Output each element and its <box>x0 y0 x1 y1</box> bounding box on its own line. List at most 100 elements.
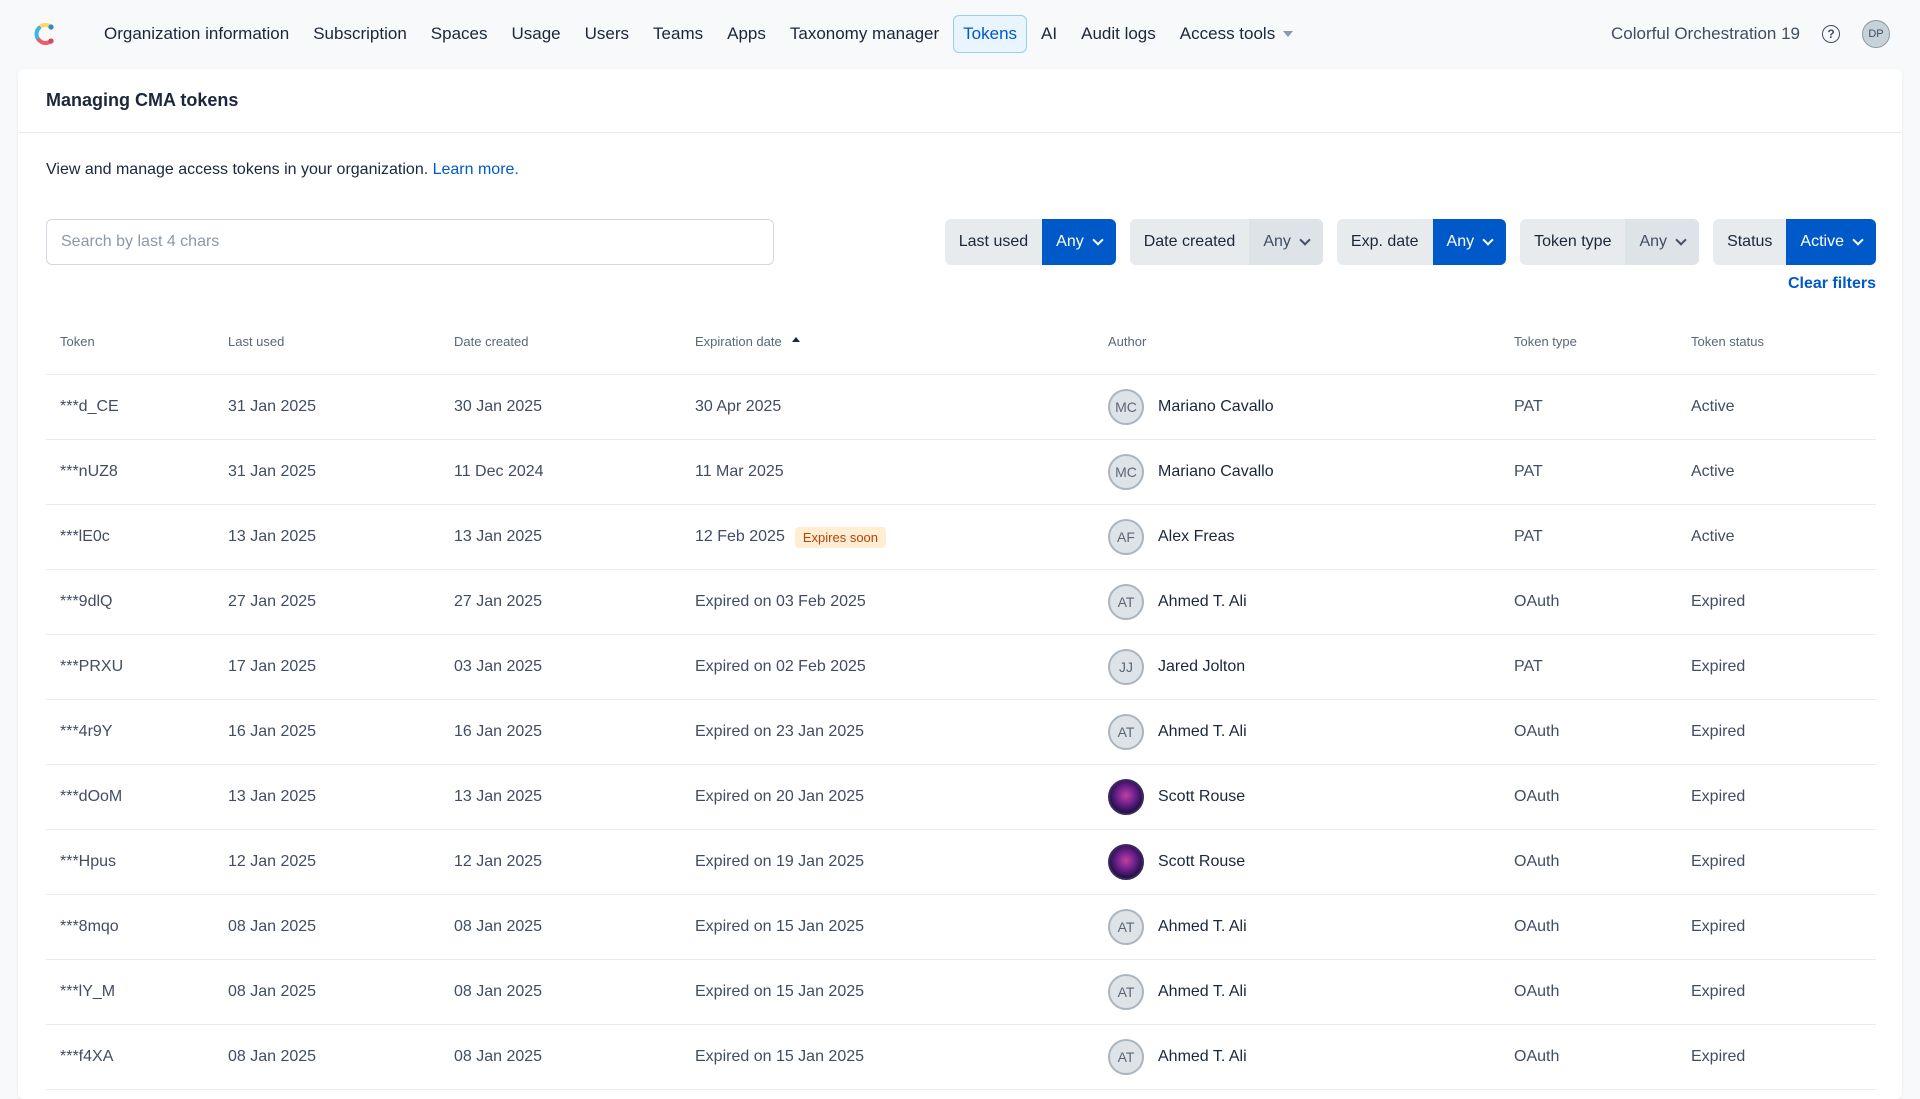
column-header-expiration-date[interactable]: Expiration date <box>681 334 1094 349</box>
token-type-cell: OAuth <box>1514 593 1560 610</box>
filter-dropdown[interactable]: Any <box>1042 219 1116 265</box>
token-status-cell: Expired <box>1691 788 1746 805</box>
author-cell: AF Alex Freas <box>1094 519 1500 555</box>
card-header: Managing CMA tokens <box>18 69 1902 133</box>
nav-item-label: Teams <box>653 24 704 43</box>
nav-item-organization-information[interactable]: Organization information <box>94 15 299 53</box>
author-cell: JJ Jared Jolton <box>1094 649 1500 685</box>
table-row[interactable]: ***d_CE 31 Jan 2025 30 Jan 2025 30 Apr 2… <box>46 375 1876 440</box>
author-name: Scott Rouse <box>1158 853 1246 870</box>
filter-label: Exp. date <box>1336 219 1433 265</box>
filter-status[interactable]: Status Active <box>1713 219 1876 265</box>
token-cell: ***lY_M <box>60 983 116 1000</box>
chevron-down-icon <box>1092 234 1104 246</box>
nav-item-label: Users <box>584 24 630 43</box>
nav-item-label: Organization information <box>104 24 290 43</box>
filter-token-type[interactable]: Token type Any <box>1520 219 1700 265</box>
expiration-text: Expired on 02 Feb 2025 <box>695 658 866 675</box>
author-avatar <box>1108 844 1144 880</box>
date-created-cell: 08 Jan 2025 <box>454 1048 543 1065</box>
nav-menu: Organization information Subscription Sp… <box>94 15 1303 53</box>
token-type-cell: PAT <box>1514 463 1543 480</box>
expiration-cell: Expired on 15 Jan 2025 <box>681 1048 1094 1066</box>
nav-item-subscription[interactable]: Subscription <box>303 15 417 53</box>
table-row[interactable]: ***dOoM 13 Jan 2025 13 Jan 2025 Expired … <box>46 765 1876 830</box>
token-cell: ***lE0c <box>60 528 110 545</box>
author-cell: MC Mariano Cavallo <box>1094 389 1500 425</box>
last-used-cell: 08 Jan 2025 <box>228 1048 317 1065</box>
table-row[interactable]: ***lE0c 13 Jan 2025 13 Jan 2025 12 Feb 2… <box>46 505 1876 570</box>
expiration-cell: Expired on 19 Jan 2025 <box>681 853 1094 871</box>
token-type-cell: OAuth <box>1514 918 1560 935</box>
expiration-cell: Expired on 15 Jan 2025 <box>681 918 1094 936</box>
token-type-cell: OAuth <box>1514 723 1560 740</box>
column-header-token[interactable]: Token <box>46 334 214 349</box>
token-status-cell: Expired <box>1691 1048 1746 1065</box>
author-name: Ahmed T. Ali <box>1158 593 1247 610</box>
token-type-cell: PAT <box>1514 528 1543 545</box>
table-row[interactable]: ***9dlQ 27 Jan 2025 27 Jan 2025 Expired … <box>46 570 1876 635</box>
nav-item-label: Spaces <box>430 24 488 43</box>
author-avatar: MC <box>1108 389 1144 425</box>
filter-dropdown[interactable]: Any <box>1625 219 1700 265</box>
top-navigation: Organization information Subscription Sp… <box>0 0 1920 68</box>
learn-more-link[interactable]: Learn more. <box>433 161 519 178</box>
column-header-last-used[interactable]: Last used <box>214 334 440 349</box>
nav-item-users[interactable]: Users <box>575 15 639 53</box>
chevron-down-icon <box>1299 234 1311 246</box>
column-header-date-created[interactable]: Date created <box>440 334 681 349</box>
nav-item-teams[interactable]: Teams <box>643 15 713 53</box>
table-row[interactable]: ***PRXU 17 Jan 2025 03 Jan 2025 Expired … <box>46 635 1876 700</box>
table-row[interactable]: ***nUZ8 31 Jan 2025 11 Dec 2024 11 Mar 2… <box>46 440 1876 505</box>
filter-label: Token type <box>1520 219 1626 265</box>
token-type-cell: OAuth <box>1514 853 1560 870</box>
column-header-token-type[interactable]: Token type <box>1500 334 1677 349</box>
nav-item-access-tools[interactable]: Access tools <box>1170 15 1303 53</box>
clear-filters-link[interactable]: Clear filters <box>1788 275 1876 293</box>
column-header-label: Expiration date <box>695 334 782 349</box>
column-header-token-status[interactable]: Token status <box>1677 334 1876 349</box>
table-row[interactable]: ***8mqo 08 Jan 2025 08 Jan 2025 Expired … <box>46 895 1876 960</box>
table-row[interactable]: ***Hpus 12 Jan 2025 12 Jan 2025 Expired … <box>46 830 1876 895</box>
filter-dropdown[interactable]: Active <box>1786 219 1876 265</box>
date-created-cell: 30 Jan 2025 <box>454 398 543 415</box>
nav-item-label: Usage <box>511 24 561 43</box>
page-title: Managing CMA tokens <box>46 90 239 110</box>
nav-item-ai[interactable]: AI <box>1031 15 1067 53</box>
date-created-cell: 11 Dec 2024 <box>454 463 544 480</box>
nav-item-apps[interactable]: Apps <box>717 15 776 53</box>
user-avatar[interactable]: DP <box>1862 20 1890 48</box>
author-cell: MC Mariano Cavallo <box>1094 454 1500 490</box>
date-created-cell: 08 Jan 2025 <box>454 918 543 935</box>
sort-ascending-icon[interactable] <box>791 337 800 342</box>
filter-dropdown[interactable]: Any <box>1249 219 1323 265</box>
expiration-text: Expired on 15 Jan 2025 <box>695 983 865 1000</box>
author-avatar: AT <box>1108 974 1144 1010</box>
date-created-cell: 13 Jan 2025 <box>454 788 543 805</box>
expiration-text: Expired on 03 Feb 2025 <box>695 593 866 610</box>
last-used-cell: 17 Jan 2025 <box>228 658 317 675</box>
expiration-cell: Expired on 20 Jan 2025 <box>681 788 1094 806</box>
nav-item-tokens[interactable]: Tokens <box>953 15 1028 53</box>
org-switcher[interactable]: Colorful Orchestration 19 <box>1611 24 1800 44</box>
filter-last-used[interactable]: Last used Any <box>944 219 1116 265</box>
search-input[interactable] <box>46 219 774 265</box>
token-cell: ***nUZ8 <box>60 463 118 480</box>
contentful-logo-icon[interactable] <box>30 20 58 48</box>
table-row[interactable]: ***lY_M 08 Jan 2025 08 Jan 2025 Expired … <box>46 960 1876 1025</box>
filter-date-created[interactable]: Date created Any <box>1129 219 1323 265</box>
help-icon[interactable]: ? <box>1822 25 1840 43</box>
token-type-cell: OAuth <box>1514 788 1560 805</box>
filter-dropdown[interactable]: Any <box>1432 219 1507 265</box>
nav-item-label: Access tools <box>1179 24 1276 43</box>
filter-exp-date[interactable]: Exp. date Any <box>1336 219 1507 265</box>
column-header-author[interactable]: Author <box>1094 334 1500 349</box>
filter-value: Active <box>1800 233 1844 250</box>
nav-item-usage[interactable]: Usage <box>501 15 570 53</box>
nav-item-taxonomy-manager[interactable]: Taxonomy manager <box>780 15 949 53</box>
table-row[interactable]: ***4r9Y 16 Jan 2025 16 Jan 2025 Expired … <box>46 700 1876 765</box>
table-row[interactable]: ***f4XA 08 Jan 2025 08 Jan 2025 Expired … <box>46 1025 1876 1090</box>
nav-item-audit-logs[interactable]: Audit logs <box>1071 15 1166 53</box>
nav-item-spaces[interactable]: Spaces <box>421 15 498 53</box>
tokens-table: Token Last used Date created Expiration … <box>46 309 1876 1090</box>
